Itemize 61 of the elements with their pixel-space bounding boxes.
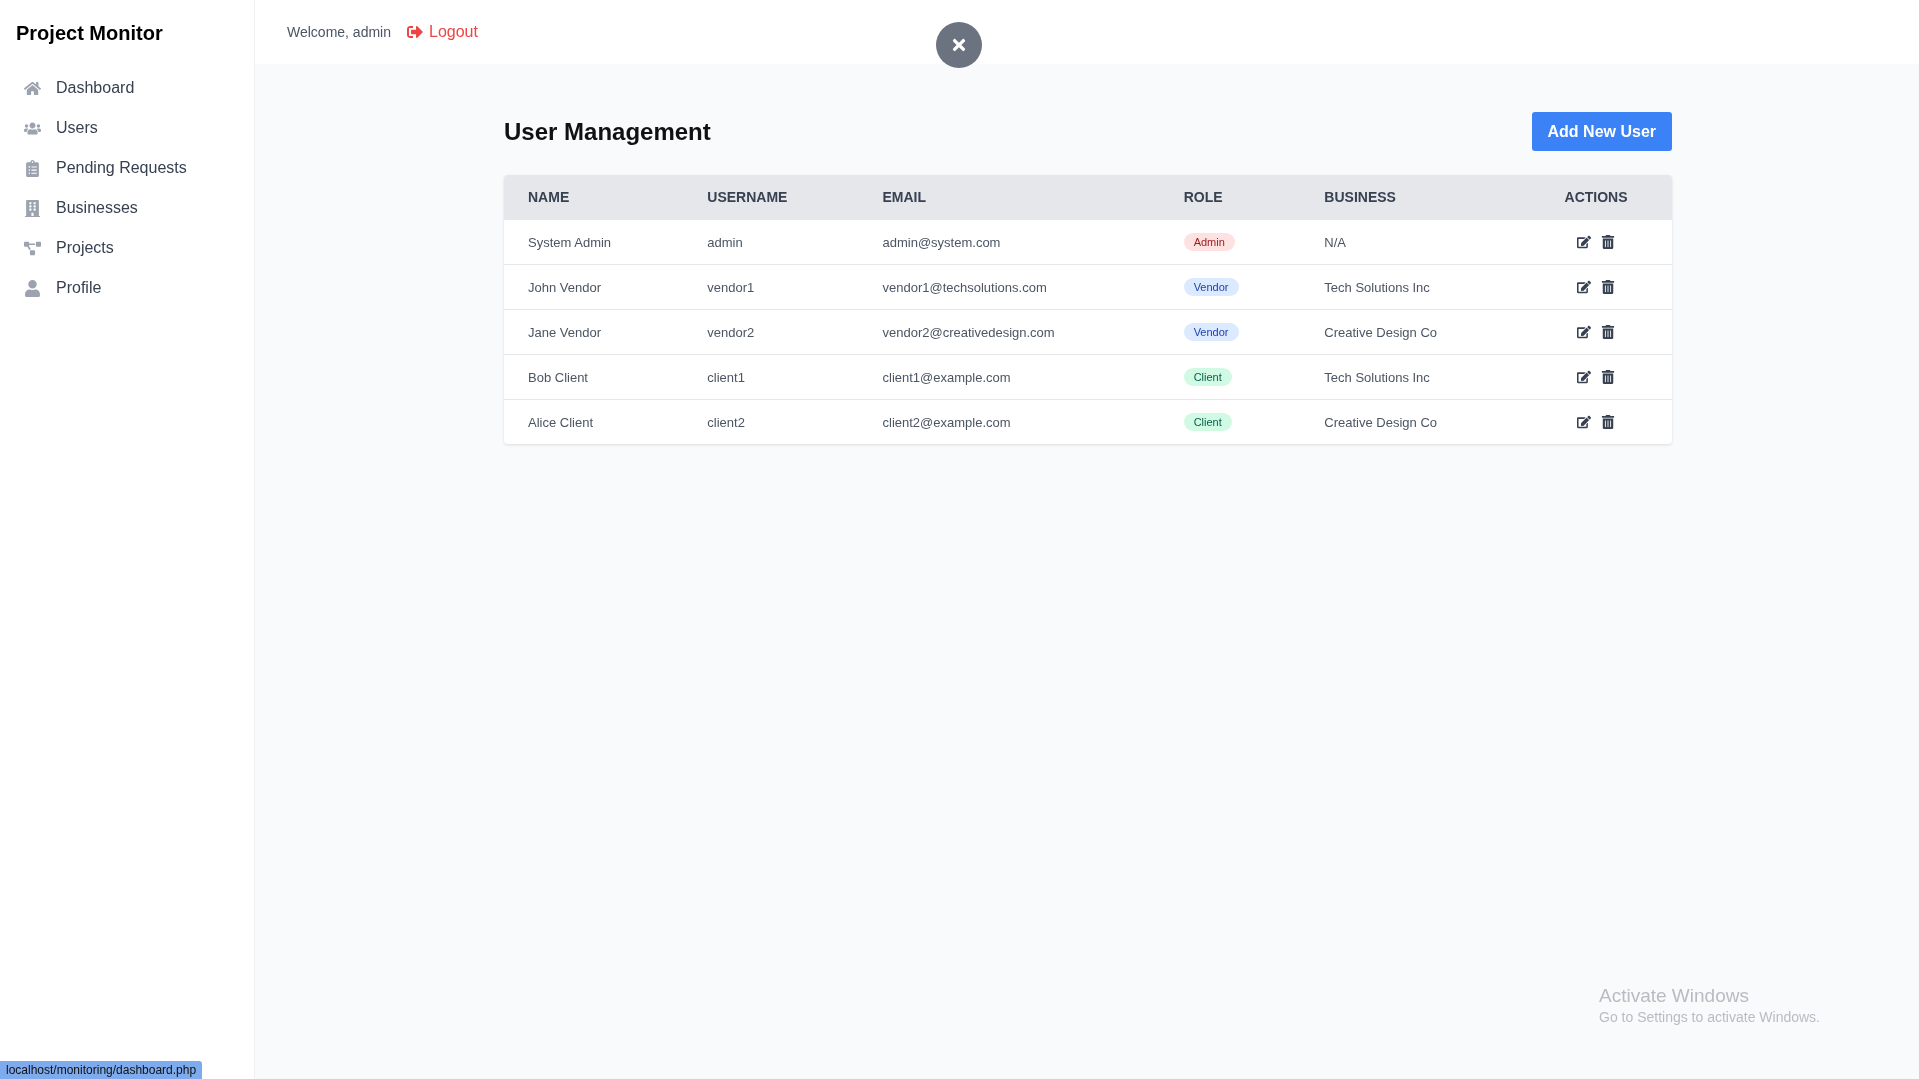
trash-icon[interactable] [1601,370,1616,384]
sidebar-item[interactable]: Dashboard [22,75,135,101]
table-cell: admin [683,219,859,265]
table-cell: client1@example.com [858,354,1160,400]
table-cell: Tech Solutions Inc [1300,354,1521,400]
status-url: localhost/monitoring/dashboard.php [0,1061,203,1079]
column-header: BUSINESS [1300,175,1521,220]
edit-icon[interactable] [1577,325,1592,339]
role-badge: Admin [1183,233,1235,251]
app-title: Project Monitor [16,22,163,45]
edit-icon[interactable] [1577,280,1592,294]
sidebar-item[interactable]: Pending Requests [22,155,187,181]
role-badge: Vendor [1183,278,1239,296]
column-header: NAME [504,175,684,220]
trash-icon[interactable] [1601,280,1616,294]
table-cell: vendor2@creativedesign.com [858,309,1160,355]
table-cell: vendor1@techsolutions.com [858,264,1160,310]
sidebar-item[interactable]: Projects [22,235,114,261]
table-cell: vendor1 [683,264,859,310]
logout-link[interactable]: Logout [407,23,478,41]
table-cell: John Vendor [504,264,684,310]
activation-subtitle: Go to Settings to activate Windows. [1599,1009,1820,1025]
building-icon [22,199,42,217]
person-icon [22,279,42,297]
sidebar-item[interactable]: Users [22,115,98,141]
role-badge: Vendor [1183,323,1239,341]
table-cell: Tech Solutions Inc [1300,264,1521,310]
sidebar-item[interactable]: Profile [22,275,102,301]
table-cell: Alice Client [504,399,684,444]
logout-icon [407,24,423,40]
close-icon [950,36,968,54]
trash-icon[interactable] [1601,415,1616,429]
welcome-text: Welcome, admin [287,24,391,40]
trash-icon[interactable] [1601,325,1616,339]
table-cell: N/A [1300,219,1521,265]
table-cell: admin@system.com [858,219,1160,265]
page-title: User Management [504,117,711,146]
table-cell: System Admin [504,219,684,265]
table-cell: client2@example.com [858,399,1160,444]
table-cell: client2 [683,399,859,444]
home-icon [22,79,42,97]
table-cell: client1 [683,354,859,400]
diagram-icon [22,239,42,257]
role-badge: Client [1183,368,1232,386]
table-cell: Creative Design Co [1300,309,1521,355]
table-cell: Creative Design Co [1300,399,1521,444]
column-header: EMAIL [858,175,1160,220]
table-cell: Bob Client [504,354,684,400]
edit-icon[interactable] [1577,415,1592,429]
column-header: USERNAME [683,175,859,220]
table-cell: Jane Vendor [504,309,684,355]
trash-icon[interactable] [1601,235,1616,249]
role-badge: Client [1183,413,1232,431]
table-cell: vendor2 [683,309,859,355]
add-user-button[interactable]: Add New User [1531,112,1672,151]
edit-icon[interactable] [1577,235,1592,249]
edit-icon[interactable] [1577,370,1592,384]
column-header: ACTIONS [1520,175,1672,220]
activation-title: Activate Windows [1599,985,1750,1007]
column-header: ROLE [1159,175,1301,220]
sidebar-item[interactable]: Businesses [22,195,138,221]
